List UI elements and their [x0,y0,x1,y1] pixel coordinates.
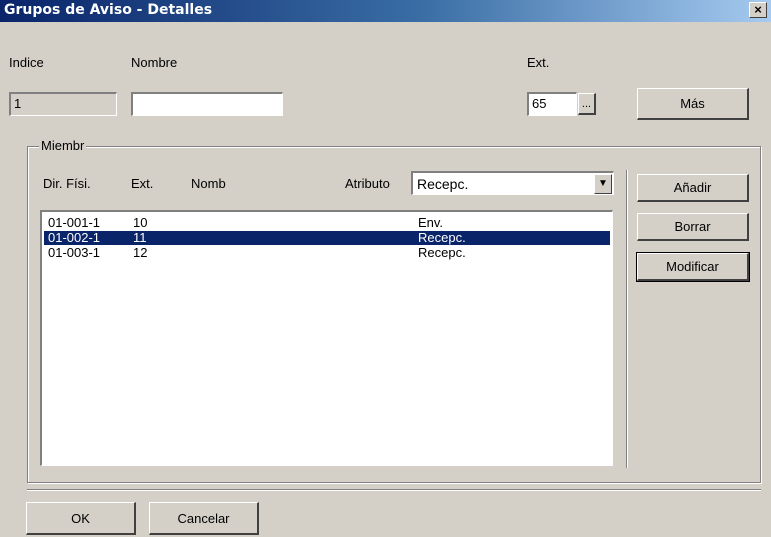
row-ext: 10 [133,215,148,230]
members-legend: Miembr [39,138,87,153]
cancel-button[interactable]: Cancelar [149,502,259,535]
ext-field[interactable]: 65 [527,92,577,116]
row-attr: Recepc. [418,230,466,245]
indice-label: Indice [9,55,44,70]
row-dir: 01-003-1 [48,245,101,260]
column-dir-fisica: Dir. Físi. [43,176,91,191]
row-dir: 01-002-1 [48,230,101,245]
list-item[interactable]: 01-003-1 12 Recepc. [44,246,610,260]
ext-label: Ext. [527,55,550,70]
close-button[interactable]: × [749,2,767,18]
title-bar[interactable]: Grupos de Aviso - Detalles × [0,0,771,22]
chevron-down-icon[interactable]: ▼ [594,174,612,194]
list-item[interactable]: 01-002-1 11 Recepc. [44,231,610,245]
nombre-label: Nombre [131,55,178,70]
row-ext: 11 [133,230,147,245]
delete-button[interactable]: Borrar [637,213,749,241]
atributo-select-value: Recepc. [417,176,469,192]
mas-button[interactable]: Más [637,88,749,120]
footer-separator [27,489,761,491]
column-ext: Ext. [131,176,154,191]
row-ext: 12 [133,245,148,260]
indice-field: 1 [9,92,117,116]
modify-button[interactable]: Modificar [636,252,750,282]
nombre-field[interactable] [131,92,283,116]
column-nomb: Nomb [191,176,226,191]
row-attr: Env. [418,215,444,230]
add-button[interactable]: Añadir [637,174,749,202]
row-attr: Recepc. [418,245,466,260]
row-dir: 01-001-1 [48,215,101,230]
atributo-label: Atributo [345,176,390,191]
close-icon: × [754,2,762,17]
atributo-select[interactable]: Recepc. ▼ [411,171,614,195]
ok-button[interactable]: OK [26,502,136,535]
list-item[interactable]: 01-001-1 10 Env. [44,216,610,230]
members-list[interactable]: 01-001-1 10 Env. 01-002-1 11 Recepc. 01-… [40,210,613,466]
window-title: Grupos de Aviso - Detalles [4,2,213,18]
vertical-separator [626,170,628,468]
ext-browse-button[interactable]: ... [578,93,596,115]
